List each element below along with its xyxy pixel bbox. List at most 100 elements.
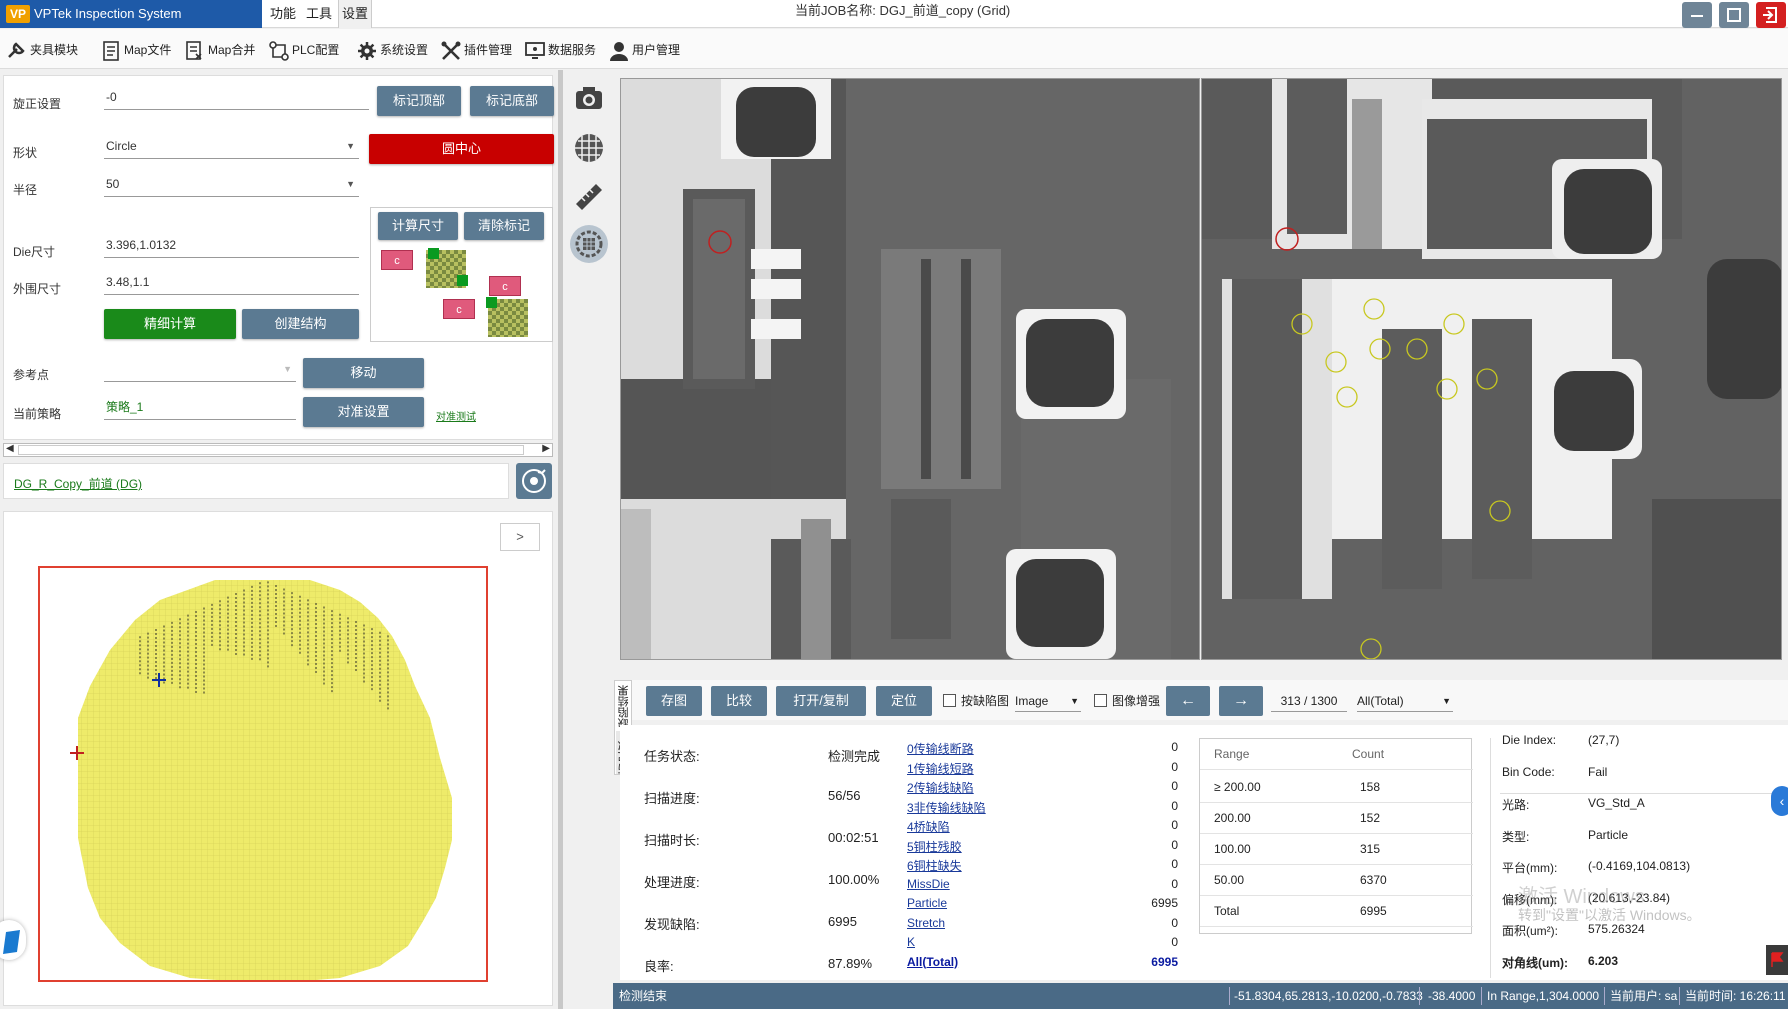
defect-category-link[interactable]: 2传输线缺陷 (907, 779, 974, 796)
defect-category-link[interactable]: 3非传输线缺陷 (907, 799, 986, 816)
calc-size-button[interactable]: 计算尺寸 (378, 212, 458, 240)
toolbar-system-settings[interactable]: 系统设置 (356, 37, 428, 63)
structure-refresh-button[interactable] (516, 463, 552, 499)
task-label: 任务状态: (644, 749, 700, 764)
horizontal-scrollbar[interactable]: ◀ ▶ (3, 443, 553, 457)
toolbar-fixture-module[interactable]: 夹具模块 (6, 37, 78, 63)
defect-category-link[interactable]: Stretch (907, 916, 945, 930)
defect-category-link[interactable]: K (907, 935, 915, 949)
gear-grid-icon (575, 230, 603, 258)
toolbar-label: 系统设置 (380, 43, 429, 57)
mark-top-button[interactable]: 标记顶部 (377, 86, 461, 116)
camera-button[interactable] (570, 80, 608, 118)
rotation-input[interactable]: -0 (104, 84, 369, 110)
menu-tools[interactable]: 工具 (302, 0, 336, 28)
toolbar-map-file[interactable]: Map文件 (100, 37, 171, 63)
create-structure-button[interactable]: 创建结构 (242, 309, 359, 339)
scroll-right-icon[interactable]: ▶ (542, 443, 550, 454)
status-range: In Range,1,304.0000 (1487, 989, 1600, 1003)
rotation-label: 旋正设置 (13, 97, 62, 111)
page-indicator[interactable]: 313 / 1300 (1271, 690, 1347, 712)
info-divider (1490, 738, 1491, 978)
clear-marks-button[interactable]: 清除标记 (464, 212, 544, 240)
tab-defect-results[interactable]: 缺陷结果 (616, 685, 630, 729)
toolbar-map-merge[interactable]: Map合并 (184, 37, 255, 63)
toolbar-label: 用户管理 (632, 43, 681, 57)
strategy-input[interactable]: 策略_1 (104, 394, 296, 420)
previous-button[interactable]: ← (1166, 686, 1210, 716)
toolbar-user-management[interactable]: 用户管理 (608, 37, 680, 63)
grid-view-button[interactable] (570, 129, 608, 167)
next-button[interactable]: → (1219, 686, 1263, 716)
maximize-button[interactable] (1719, 2, 1749, 28)
save-image-button[interactable]: 存图 (646, 686, 702, 716)
map-next-button[interactable]: > (500, 523, 540, 551)
align-test-link[interactable]: 对准测试 (436, 408, 476, 423)
range-table-row[interactable]: 200.00 152 (1200, 803, 1473, 834)
measure-button[interactable] (570, 178, 608, 216)
defect-category-link[interactable]: 4桥缺陷 (907, 818, 950, 835)
expand-panel-button[interactable]: ‹ (1771, 786, 1788, 816)
task-value: 56/56 (828, 788, 861, 803)
image-enhance-checkbox[interactable] (1094, 694, 1107, 707)
header-count: Count (1352, 747, 1385, 761)
shape-select[interactable]: Circle ▼ (104, 133, 359, 159)
minimize-button[interactable] (1682, 2, 1712, 28)
range-table-row[interactable]: ≥ 200.00 158 (1200, 772, 1473, 803)
toolbar-label: Map文件 (124, 43, 172, 57)
defect-category-link[interactable]: All(Total) (907, 955, 958, 969)
toolbar-plugin-management[interactable]: 插件管理 (440, 37, 512, 63)
ref-point-select[interactable]: ▼ (104, 356, 296, 382)
status-user: 当前用户: sa (1610, 989, 1678, 1003)
menu-function[interactable]: 功能 (266, 0, 300, 28)
wafer-map[interactable] (38, 566, 488, 982)
camera-icon (576, 87, 602, 109)
filter-select[interactable]: All(Total) ▼ (1357, 690, 1453, 712)
defect-category-link[interactable]: 5铜柱残胶 (907, 838, 962, 855)
task-value: 6995 (828, 914, 857, 929)
floating-assistant[interactable] (0, 920, 26, 960)
move-button[interactable]: 移动 (303, 358, 424, 388)
mark-bottom-button[interactable]: 标记底部 (470, 86, 554, 116)
circle-center-button[interactable]: 圆中心 (369, 134, 554, 164)
image-mode-select[interactable]: Image ▼ (1015, 690, 1081, 712)
outer-size-label: 外围尺寸 (13, 282, 62, 296)
die-size-input[interactable]: 3.396,1.0132 (104, 232, 359, 258)
die-marker (428, 248, 439, 259)
toolbar: 夹具模块 Map文件 Map合并 PLC配置 系统设置 插件管理 数据服务 用户… (0, 29, 1788, 69)
locate-button[interactable]: 定位 (876, 686, 932, 716)
defect-category-link[interactable]: 0传输线断路 (907, 740, 974, 757)
defect-category-link[interactable]: 1传输线短路 (907, 760, 974, 777)
defect-count: 0 (1171, 759, 1178, 774)
flag-button[interactable] (1766, 945, 1788, 975)
toolbar-plc-config[interactable]: PLC配置 (268, 37, 339, 63)
align-settings-button[interactable]: 对准设置 (303, 397, 424, 427)
by-defect-image-checkbox[interactable] (943, 694, 956, 707)
range-table-row[interactable]: 50.00 6370 (1200, 865, 1473, 896)
toolbar-data-service[interactable]: 数据服务 (524, 37, 596, 63)
wafer-map-canvas[interactable] (40, 568, 486, 980)
settings-view-button[interactable] (570, 225, 608, 263)
reference-image[interactable] (620, 78, 1200, 660)
defect-category-link[interactable]: 6铜柱缺失 (907, 857, 962, 874)
defect-count: 0 (1171, 779, 1178, 793)
panel-splitter[interactable] (558, 70, 563, 1009)
outer-size-input[interactable]: 3.48,1.1 (104, 269, 359, 295)
structure-link[interactable]: DG_R_Copy_前道 (DG) (14, 475, 142, 492)
range-table-row[interactable]: Total 6995 (1200, 896, 1473, 927)
defect-category-link[interactable]: MissDie (907, 877, 950, 891)
defect-category-link[interactable]: Particle (907, 896, 947, 910)
scroll-thumb[interactable] (18, 445, 524, 455)
scroll-left-icon[interactable]: ◀ (6, 443, 14, 454)
open-copy-button[interactable]: 打开/复制 (776, 686, 866, 716)
fine-calc-button[interactable]: 精细计算 (104, 309, 236, 339)
toolbar-label: 夹具模块 (30, 43, 79, 57)
die-marker (457, 275, 468, 286)
range-table-row[interactable]: 100.00 315 (1200, 834, 1473, 865)
defect-image[interactable] (1201, 78, 1782, 660)
menu-settings[interactable]: 设置 (338, 0, 372, 28)
close-button[interactable] (1756, 2, 1786, 28)
radius-select[interactable]: 50 ▼ (104, 171, 359, 197)
range-value: 200.00 (1214, 811, 1251, 825)
compare-button[interactable]: 比较 (711, 686, 767, 716)
